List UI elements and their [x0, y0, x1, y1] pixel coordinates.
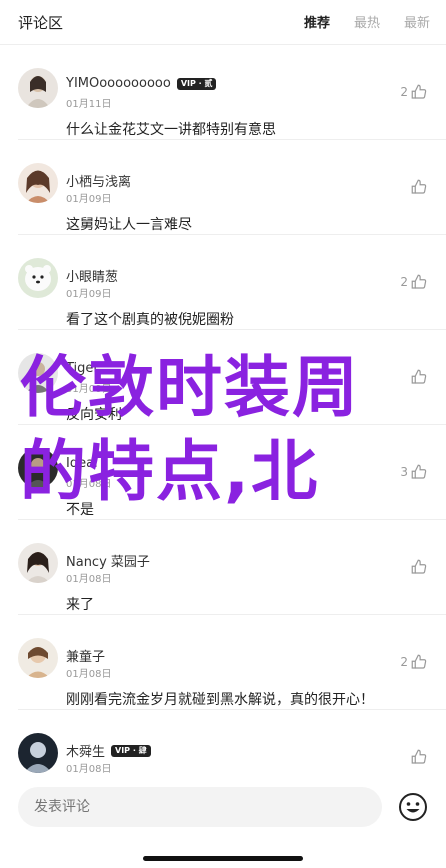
tab-hottest[interactable]: 最热 [354, 12, 380, 31]
thumb-up-icon [411, 369, 427, 384]
tab-recommended[interactable]: 推荐 [304, 12, 330, 31]
comment-date: 01月08日 [66, 764, 112, 775]
like-button[interactable]: 2 [400, 653, 428, 671]
comment-item: YIMOooooooooo VIP · 贰 01月11日 什么让金花艾文一讲都特… [18, 45, 446, 140]
like-button[interactable]: 2 [400, 83, 428, 101]
comment-author[interactable]: YIMOooooooooo VIP · 贰 [66, 76, 217, 91]
comment-date: 01月09日 [66, 289, 112, 300]
comment-input[interactable] [18, 787, 382, 827]
author-name: Nancy 菜园子 [66, 555, 150, 570]
comment-author[interactable]: Ideal [66, 456, 98, 471]
page-title: 评论区 [18, 14, 64, 32]
comment-text: 刚刚看完流金岁月就碰到黑水解说，真的很开心！ [66, 692, 374, 708]
thumb-up-icon [411, 274, 427, 289]
author-name: 木舜生 [66, 745, 106, 760]
comment-text: 看了这个剧真的被倪妮圈粉 [66, 312, 234, 328]
like-count: 3 [400, 465, 408, 479]
smiley-icon[interactable] [398, 792, 428, 822]
author-name: 兼童子 [66, 650, 106, 665]
thumb-up-icon [411, 749, 427, 764]
avatar[interactable] [18, 543, 58, 583]
comment-item: 小眼睛葱 01月09日 看了这个剧真的被倪妮圈粉 2 [18, 235, 446, 330]
comment-text: 不是 [66, 502, 94, 518]
like-button[interactable] [408, 748, 428, 766]
avatar[interactable] [18, 448, 58, 488]
comment-date: 01月08日 [66, 669, 112, 680]
comment-text: 什么让金花艾文一讲都特别有意思 [66, 122, 276, 138]
home-indicator[interactable] [143, 856, 303, 861]
comment-author[interactable]: 小栖与浅离 [66, 171, 131, 190]
vip-badge: VIP · 肆 [111, 744, 151, 757]
comment-text: 反向安利 [66, 407, 122, 423]
sort-tabs: 推荐 最热 最新 [304, 12, 430, 31]
comment-author[interactable]: Tiger [66, 361, 99, 376]
comment-item: 兼童子 01月08日 刚刚看完流金岁月就碰到黑水解说，真的很开心！ 2 [18, 615, 446, 710]
author-name: Ideal [66, 456, 98, 471]
like-button[interactable]: 3 [400, 463, 428, 481]
comment-date: 01月08日 [66, 479, 112, 490]
comment-item: 小栖与浅离 01月09日 这舅妈让人一言难尽 [18, 140, 446, 235]
comment-text: 来了 [66, 597, 94, 613]
avatar[interactable] [18, 163, 58, 203]
comment-author[interactable]: Nancy 菜园子 [66, 551, 150, 570]
comment-date: 01月11日 [66, 99, 112, 110]
comment-item: Nancy 菜园子 01月08日 来了 [18, 520, 446, 615]
thumb-up-icon [411, 654, 427, 669]
avatar[interactable] [18, 353, 58, 393]
comment-item: Ideal 01月08日 不是 3 [18, 425, 446, 520]
comment-item: Tiger 01月08日 反向安利 [18, 330, 446, 425]
like-button[interactable] [408, 178, 428, 196]
avatar[interactable] [18, 733, 58, 773]
comment-author[interactable]: 木舜生 VIP · 肆 [66, 741, 151, 760]
thumb-up-icon [411, 179, 427, 194]
comment-date: 01月08日 [66, 574, 112, 585]
comment-author[interactable]: 兼童子 [66, 646, 105, 665]
avatar[interactable] [18, 258, 58, 298]
comment-date: 01月08日 [66, 384, 112, 395]
comment-text: 这舅妈让人一言难尽 [66, 217, 192, 233]
comment-input-bar [0, 775, 446, 868]
avatar[interactable] [18, 68, 58, 108]
like-button[interactable] [408, 558, 428, 576]
author-name: 小眼睛葱 [66, 270, 119, 285]
avatar[interactable] [18, 638, 58, 678]
like-count: 2 [400, 655, 408, 669]
like-button[interactable] [408, 368, 428, 386]
comment-header: 评论区 推荐 最热 最新 [0, 0, 446, 44]
author-name: 小栖与浅离 [66, 175, 132, 190]
comment-date: 01月09日 [66, 194, 112, 205]
tab-newest[interactable]: 最新 [404, 12, 430, 31]
thumb-up-icon [411, 559, 427, 574]
like-count: 2 [400, 85, 408, 99]
like-count: 2 [400, 275, 408, 289]
author-name: YIMOooooooooo [66, 76, 171, 91]
vip-badge: VIP · 贰 [176, 77, 217, 90]
comment-list: YIMOooooooooo VIP · 贰 01月11日 什么让金花艾文一讲都特… [0, 45, 446, 804]
thumb-up-icon [411, 84, 427, 99]
comment-author[interactable]: 小眼睛葱 [66, 266, 118, 285]
thumb-up-icon [411, 464, 427, 479]
like-button[interactable]: 2 [400, 273, 428, 291]
author-name: Tiger [66, 361, 99, 376]
